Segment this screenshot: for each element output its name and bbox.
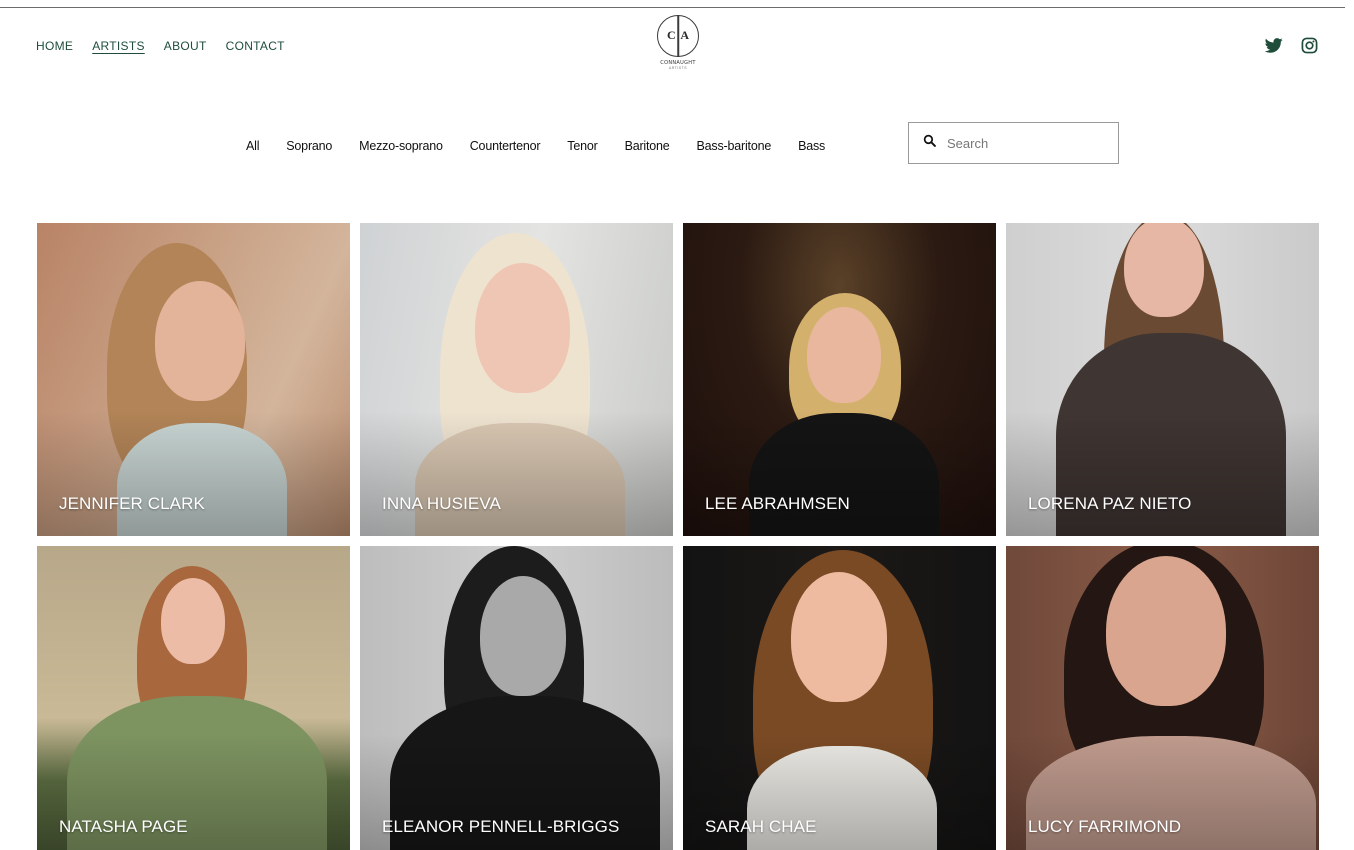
artist-card-eleanor-pennell-briggs[interactable]: ELEANOR PENNELL-BRIGGS [360,546,673,850]
artist-name: LUCY FARRIMOND [1028,817,1182,836]
search-icon [923,134,936,152]
logo-mark: C A [657,15,699,57]
artist-name: LEE ABRAHMSEN [705,494,850,513]
artist-name: ELEANOR PENNELL-BRIGGS [382,817,620,836]
artist-card-natasha-page[interactable]: NATASHA PAGE [37,546,350,850]
filter-tenor[interactable]: Tenor [567,139,597,153]
filter-soprano[interactable]: Soprano [286,139,332,153]
page: HOME ARTISTS ABOUT CONTACT C A CONNAUGHT… [0,0,1354,850]
artist-card-lee-abrahmsen[interactable]: LEE ABRAHMSEN [683,223,996,536]
instagram-icon[interactable] [1301,37,1318,59]
artist-card-jennifer-clark[interactable]: JENNIFER CLARK [37,223,350,536]
logo-letter-c: C [667,28,676,42]
logo-subtitle: ARTISTS [668,66,688,70]
filter-countertenor[interactable]: Countertenor [470,139,541,153]
search-box[interactable] [908,122,1119,164]
filter-all[interactable]: All [246,139,260,153]
nav-artists[interactable]: ARTISTS [92,39,145,53]
nav-home[interactable]: HOME [36,39,73,53]
artist-card-sarah-chae[interactable]: SARAH CHAE [683,546,996,850]
filter-baritone[interactable]: Baritone [625,139,670,153]
twitter-icon[interactable] [1264,38,1283,58]
artist-name: LORENA PAZ NIETO [1028,494,1192,513]
main-nav: HOME ARTISTS ABOUT CONTACT [36,39,285,53]
artist-name: NATASHA PAGE [59,817,188,836]
artist-name: JENNIFER CLARK [59,494,205,513]
artist-name: SARAH CHAE [705,817,817,836]
artist-card-inna-husieva[interactable]: INNA HUSIEVA [360,223,673,536]
voice-type-filters: All Soprano Mezzo-soprano Countertenor T… [246,139,825,153]
filter-bass-baritone[interactable]: Bass-baritone [697,139,772,153]
top-divider [0,7,1345,8]
artist-name: INNA HUSIEVA [382,494,501,513]
social-links [1264,37,1318,59]
artist-grid: JENNIFER CLARK INNA HUSIEVA LEE ABRAHMSE… [37,223,1319,850]
filter-bass[interactable]: Bass [798,139,825,153]
site-logo[interactable]: C A CONNAUGHT ARTISTS [652,15,704,79]
artist-card-lorena-paz-nieto[interactable]: LORENA PAZ NIETO [1006,223,1319,536]
artist-card-lucy-farrimond[interactable]: LUCY FARRIMOND [1006,546,1319,850]
nav-contact[interactable]: CONTACT [226,39,285,53]
nav-about[interactable]: ABOUT [164,39,207,53]
filter-mezzo-soprano[interactable]: Mezzo-soprano [359,139,443,153]
search-input[interactable] [945,134,1099,152]
logo-letter-a: A [680,28,689,42]
